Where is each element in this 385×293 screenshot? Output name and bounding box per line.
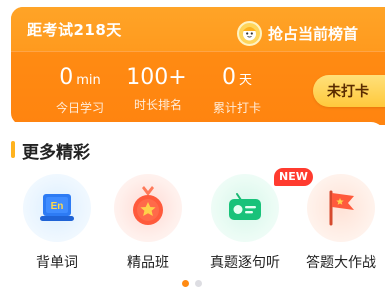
stat-label: 今日学习 bbox=[55, 101, 104, 115]
page-indicator bbox=[182, 280, 202, 287]
section-accent-bar bbox=[11, 141, 15, 158]
svg-text:En: En bbox=[51, 201, 64, 212]
more-section: 更多精彩 En 背单词 精品班 NEW 真题逐句听 答题大作战 bbox=[0, 122, 385, 293]
page-dot-active bbox=[182, 280, 189, 287]
feature-label: 背单词 bbox=[36, 255, 78, 271]
feature-label: 真题逐句听 bbox=[210, 255, 280, 271]
page-dot bbox=[195, 280, 202, 287]
radio-icon: NEW bbox=[211, 168, 313, 242]
stat-value: 100+ bbox=[126, 65, 187, 90]
stat-label: 时长排名 bbox=[133, 98, 182, 112]
stat-total-checkin: 0 天 累计打卡 bbox=[197, 65, 277, 116]
stat-value: 0 bbox=[221, 65, 236, 90]
rank-label: 抢占当前榜首 bbox=[267, 24, 358, 43]
stat-duration-rank: 100+ 时长排名 bbox=[118, 65, 198, 113]
stat-unit: 天 bbox=[238, 73, 252, 88]
avatar-icon bbox=[236, 20, 262, 46]
feature-label: 精品班 bbox=[127, 255, 169, 271]
stat-unit: min bbox=[76, 73, 101, 88]
feature-label: 答题大作战 bbox=[306, 255, 376, 271]
flag-icon bbox=[307, 174, 375, 242]
en-book-icon: En bbox=[23, 174, 91, 242]
stat-value: 0 bbox=[59, 65, 74, 90]
exam-countdown: 距考试218天 bbox=[27, 21, 122, 39]
rank-chip[interactable]: 抢占当前榜首 bbox=[236, 19, 358, 47]
stat-label: 累计打卡 bbox=[212, 101, 261, 115]
medal-star-icon bbox=[114, 174, 182, 242]
stat-today-study: 0 min 今日学习 bbox=[40, 65, 120, 116]
study-card[interactable]: 距考试218天 抢占当前榜首 0 min 今日学习 100+ 时长排名 0 天 … bbox=[11, 7, 385, 125]
page: 距考试218天 抢占当前榜首 0 min 今日学习 100+ 时长排名 0 天 … bbox=[0, 0, 385, 293]
section-title: 更多精彩 bbox=[22, 143, 90, 163]
checkin-button[interactable]: 未打卡 bbox=[313, 75, 385, 107]
card-divider bbox=[11, 51, 385, 52]
